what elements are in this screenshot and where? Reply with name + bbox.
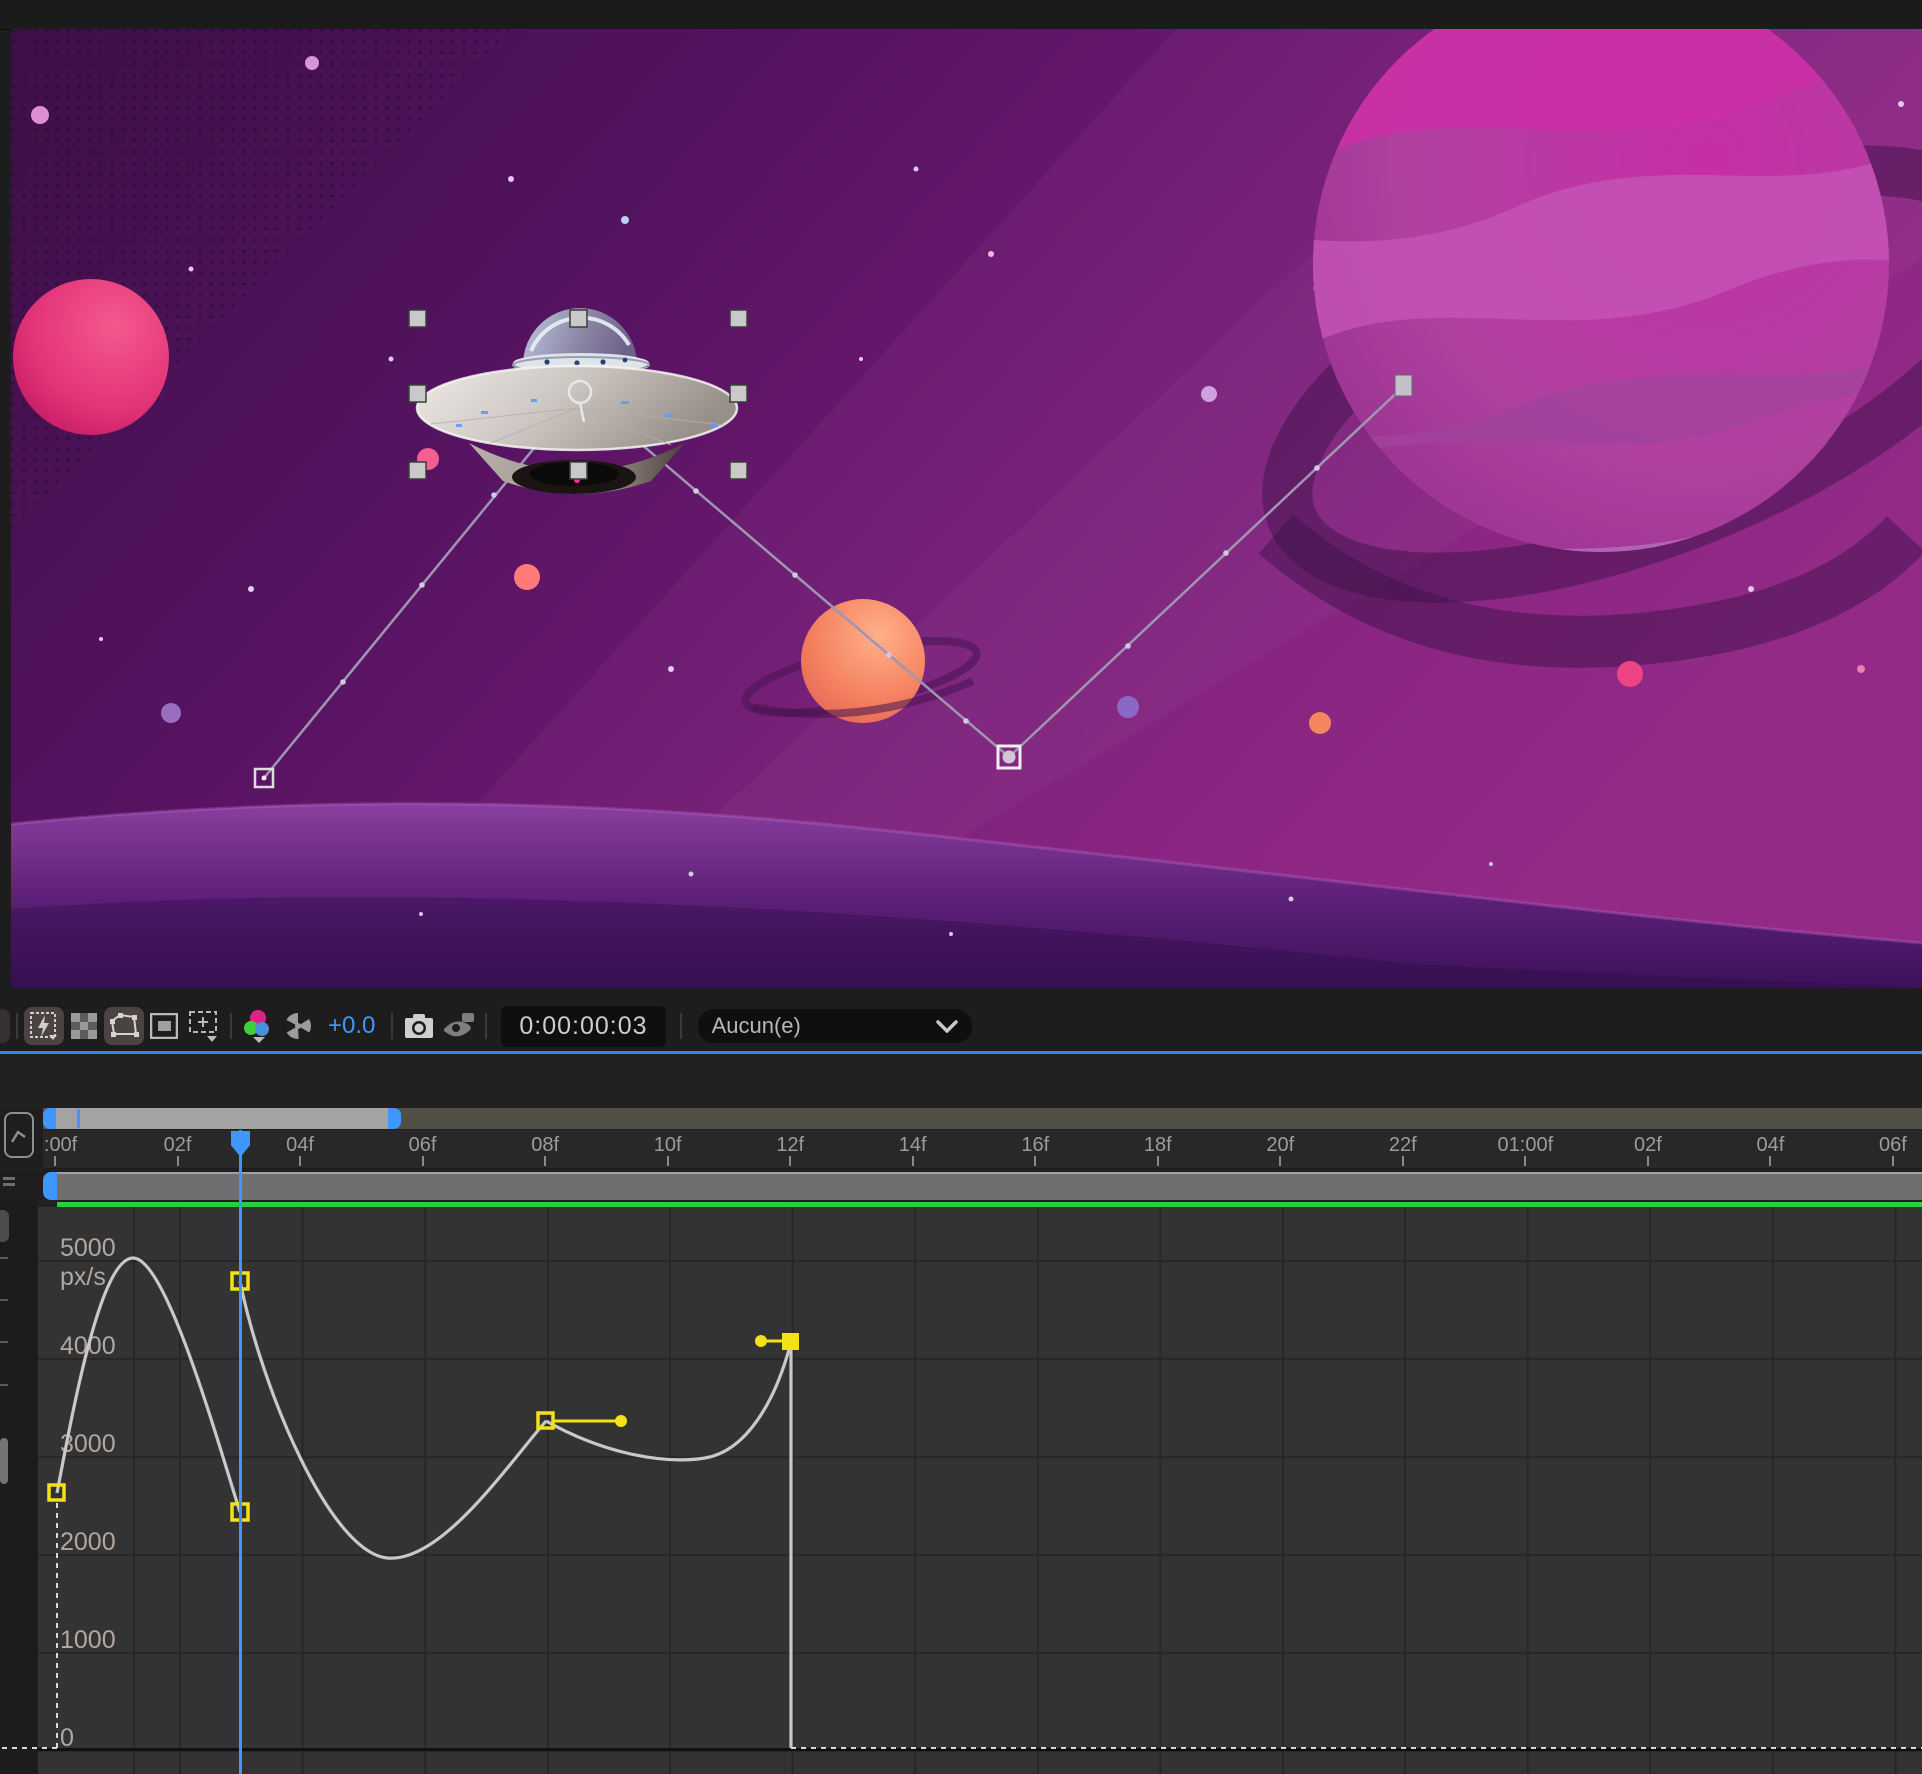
small-moon <box>161 703 181 723</box>
ruler-tick-label: 02f <box>1634 1134 1662 1157</box>
ruler-tick-mark <box>1892 1156 1894 1166</box>
exposure-button[interactable] <box>278 1007 318 1045</box>
clipped-button-fragment <box>0 1009 10 1043</box>
path-vertex-end[interactable] <box>1395 375 1412 396</box>
side-tab-fragment <box>0 1210 9 1242</box>
playhead-line[interactable] <box>239 1130 242 1774</box>
value-label: 4000 <box>60 1332 116 1361</box>
ruler-tick-mark <box>1524 1156 1526 1166</box>
zero-value-line <box>38 1748 1922 1751</box>
panel-gap <box>0 988 1922 1003</box>
grip-mark <box>3 1183 15 1186</box>
region-of-interest-button[interactable] <box>144 1007 184 1045</box>
handle-mid-left[interactable] <box>409 385 426 402</box>
value-label: 5000 px/s <box>60 1234 116 1292</box>
ruler-tick-mark <box>1647 1156 1649 1166</box>
small-purple-planet <box>1117 696 1139 718</box>
ruler-tick-label: 20f <box>1266 1134 1294 1157</box>
camera-icon <box>404 1013 434 1039</box>
comp-marker-icon[interactable] <box>4 1112 34 1158</box>
eye-snapshot-icon <box>442 1012 476 1040</box>
ruler-tick-label: 04f <box>1757 1134 1785 1157</box>
guides-options-button[interactable] <box>184 1007 224 1045</box>
ruler-tick-label: 06f <box>409 1134 437 1157</box>
timecode-display[interactable]: 0:00:00:03 <box>501 1006 665 1047</box>
ruler-tick-mark <box>54 1156 56 1166</box>
handle-mid-right[interactable] <box>730 385 747 402</box>
time-ruler[interactable]: 0:00f 02f 04f 06f 08f 10f 12f 14f 16f 18f 20f 22f 01… <box>43 1130 1922 1169</box>
handle-top-left[interactable] <box>409 310 426 327</box>
ruler-tick-mark <box>1034 1156 1036 1166</box>
view-layout-dropdown[interactable]: Aucun(e) <box>698 1009 972 1043</box>
grip-mark <box>3 1177 15 1180</box>
ruler-tick-label: 04f <box>286 1134 314 1157</box>
handle-top-center[interactable] <box>570 310 587 327</box>
rgb-channels-icon <box>241 1008 275 1044</box>
checkerboard-icon <box>71 1013 97 1039</box>
transparency-grid-button[interactable] <box>64 1007 104 1045</box>
ruler-tick-mark <box>177 1156 179 1166</box>
ruler-tick-label: 14f <box>899 1134 927 1157</box>
chevron-down-icon <box>936 1020 958 1033</box>
work-area-bar[interactable] <box>56 1108 388 1129</box>
view-layout-value: Aucun(e) <box>712 1013 801 1039</box>
graph-pan-handle[interactable] <box>43 1172 57 1200</box>
ruler-tick-mark <box>299 1156 301 1166</box>
mask-visibility-button[interactable] <box>104 1007 144 1045</box>
ruler-tick-mark <box>544 1156 546 1166</box>
ruler-tick-label: 18f <box>1144 1134 1172 1157</box>
target-crosshair-icon <box>187 1009 221 1043</box>
ruler-tick-label: 01:00f <box>1498 1134 1554 1157</box>
small-magenta-planet <box>1617 661 1643 687</box>
ruler-tick-label: 0:00f <box>43 1134 77 1157</box>
exposure-value[interactable]: +0.0 <box>328 1012 375 1040</box>
ruler-tick-mark <box>667 1156 669 1166</box>
ruler-tick-label: 12f <box>776 1134 804 1157</box>
small-orange-planet <box>1309 712 1331 734</box>
ruler-tick-label: 16f <box>1021 1134 1049 1157</box>
graph-pan-bar[interactable] <box>57 1172 1922 1200</box>
snapshot-button[interactable] <box>399 1007 439 1045</box>
ruler-tick-mark <box>422 1156 424 1166</box>
lightning-icon <box>29 1011 59 1041</box>
pink-planet <box>13 279 169 435</box>
region-of-interest-icon <box>150 1013 178 1039</box>
work-area-marker <box>77 1109 80 1128</box>
channel-settings-button[interactable] <box>238 1007 278 1045</box>
value-label: 1000 <box>60 1626 116 1655</box>
graph-left-panel <box>0 1200 38 1774</box>
work-area-start-handle[interactable] <box>43 1108 56 1129</box>
value-label: 0 <box>60 1724 74 1753</box>
ruler-tick-label: 08f <box>531 1134 559 1157</box>
small-coral-planet <box>514 564 540 590</box>
handle-bottom-left[interactable] <box>409 462 426 479</box>
handle-top-right[interactable] <box>730 310 747 327</box>
ruler-tick-mark <box>1279 1156 1281 1166</box>
ruler-tick-label: 22f <box>1389 1134 1417 1157</box>
work-area-end-handle[interactable] <box>388 1108 401 1129</box>
ruler-tick-mark <box>912 1156 914 1166</box>
composition-viewer[interactable] <box>11 29 1922 988</box>
ruler-tick-label: 06f <box>1879 1134 1907 1157</box>
ruler-tick-mark <box>789 1156 791 1166</box>
viewer-toolbar: +0.0 0:00:00:03 Aucun(e) <box>0 1003 1922 1049</box>
handle-bottom-right[interactable] <box>730 462 747 479</box>
vertical-scrollbar-thumb[interactable] <box>0 1438 8 1484</box>
show-snapshot-button[interactable] <box>439 1007 479 1045</box>
shutter-iris-icon <box>283 1011 313 1041</box>
ruler-tick-label: 10f <box>654 1134 682 1157</box>
space-scene <box>11 29 1922 988</box>
value-label: 2000 <box>60 1528 116 1557</box>
top-panel-bar <box>0 0 1922 30</box>
ruler-tick-mark <box>1402 1156 1404 1166</box>
graph-editor-area[interactable] <box>38 1207 1922 1774</box>
handle-bottom-center[interactable] <box>570 462 587 479</box>
fast-previews-button[interactable] <box>24 1007 64 1045</box>
ruler-tick-mark <box>1157 1156 1159 1166</box>
ruler-tick-label: 02f <box>164 1134 192 1157</box>
ruler-tick-mark <box>1769 1156 1771 1166</box>
mask-path-icon <box>108 1012 140 1040</box>
value-label: 3000 <box>60 1430 116 1459</box>
